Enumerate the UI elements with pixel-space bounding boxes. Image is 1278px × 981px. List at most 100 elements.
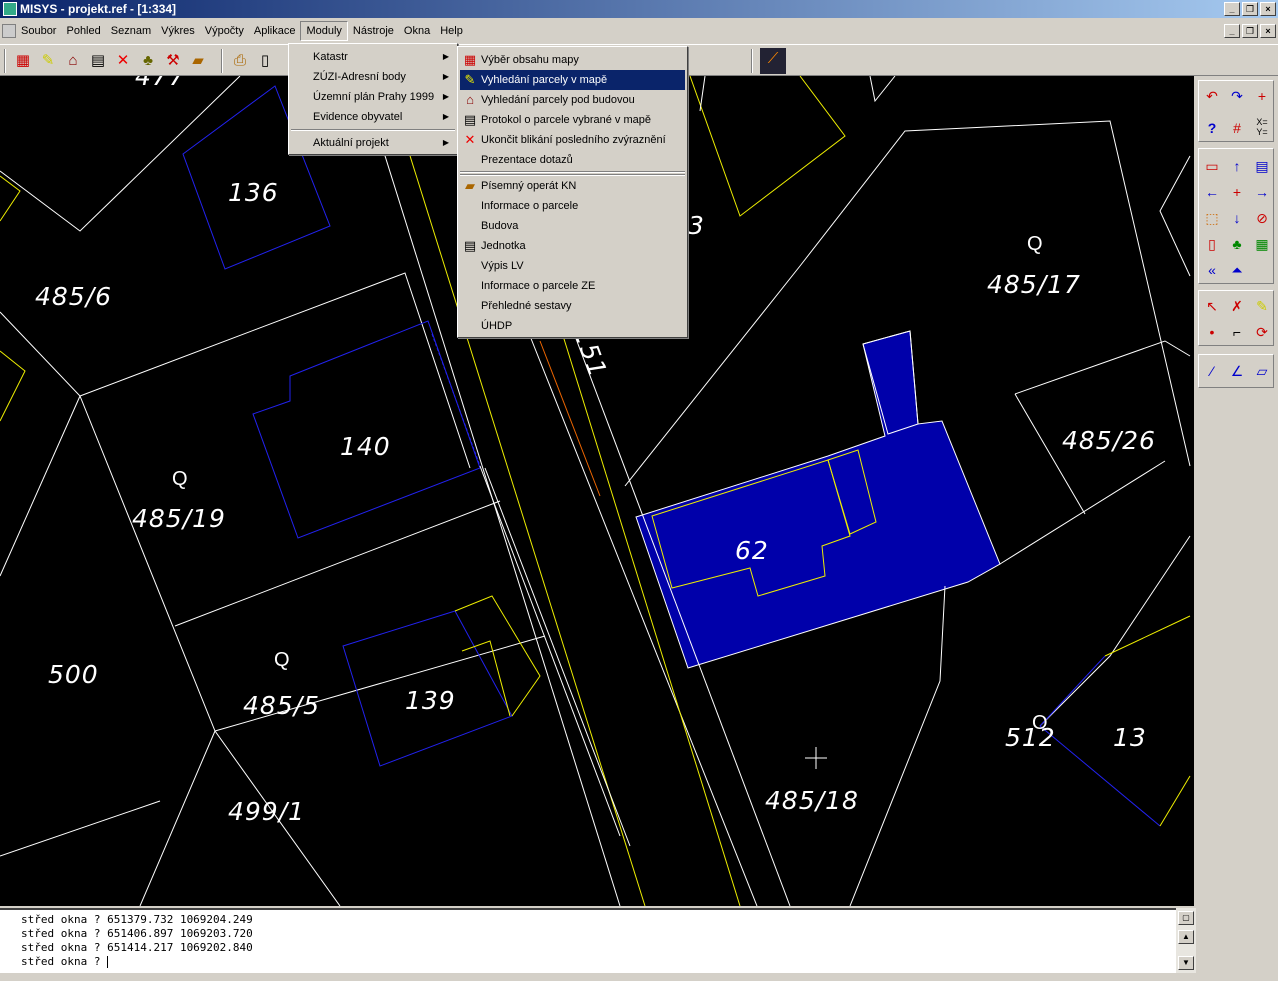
menu-moduly[interactable]: Moduly [300, 21, 348, 41]
menu-soubor[interactable]: Soubor [16, 22, 61, 40]
parcel-label: 499/1 [228, 797, 306, 826]
center-icon[interactable]: + [1226, 181, 1248, 203]
undo-icon[interactable]: ↶ [1201, 85, 1223, 107]
open-folder-icon[interactable]: ▰ [187, 50, 209, 72]
grid-icon[interactable]: ▦ [12, 50, 34, 72]
menu-vykres[interactable]: Výkres [156, 22, 200, 40]
restore-button[interactable]: ❐ [1242, 2, 1258, 16]
map-preview-icon[interactable]: ⟋ [760, 48, 786, 74]
point-list-icon[interactable]: • [1201, 321, 1223, 343]
menu-seznam[interactable]: Seznam [106, 22, 156, 40]
window-title: MISYS - projekt.ref - [1:334] [20, 2, 177, 16]
menu-item-zuzi[interactable]: ZÚZI-Adresní body ▶ [291, 67, 455, 87]
menu-item-ukoncit-blikani[interactable]: ✕ Ukončit blikání posledního zvýraznění [460, 130, 685, 150]
menu-item-prezentace[interactable]: Prezentace dotazů [460, 150, 685, 170]
crosshair-icon[interactable]: + [1251, 85, 1273, 107]
menu-help[interactable]: Help [435, 22, 468, 40]
highlight-icon[interactable]: ✎ [37, 50, 59, 72]
tool-palette: ↶ ↷ + ? # X= Y= ▭ ↑ ▤ ← + → ⬚ ↓ ⊘ ▯ ♣ ▦ «… [1196, 76, 1278, 906]
mdi-restore-button[interactable]: ❐ [1242, 24, 1258, 38]
building-icon[interactable]: ⌂ [62, 50, 84, 72]
minimize-button[interactable]: _ [1224, 2, 1240, 16]
red-x-icon[interactable]: ✕ [112, 50, 134, 72]
scroll-down-icon[interactable]: ▼ [1178, 956, 1194, 970]
menu-aplikace[interactable]: Aplikace [249, 22, 301, 40]
command-input-line[interactable]: střed okna ? [21, 955, 109, 968]
parcel-label: 477 [135, 76, 186, 91]
menu-item-aktualni-projekt[interactable]: Aktuální projekt ▶ [291, 133, 455, 153]
maximize-pane-icon[interactable]: ▢ [1178, 911, 1194, 925]
print-icon[interactable]: ⎙ [229, 50, 251, 72]
help-icon[interactable]: ? [1201, 117, 1223, 139]
tree-symbol-icon: Q [274, 649, 290, 671]
menu-item-vyber-obsahu[interactable]: ▦ Výběr obsahu mapy [460, 50, 685, 70]
command-history-line: střed okna ? 651406.897 1069203.720 [21, 927, 253, 940]
menu-item-katastr[interactable]: Katastr ▶ [291, 47, 455, 67]
pan-down-icon[interactable]: ↓ [1226, 207, 1248, 229]
line-tool-icon[interactable]: ⌐ [1226, 321, 1248, 343]
menu-item-budova[interactable]: Budova [460, 216, 685, 236]
menu-item-vypis-lv[interactable]: Výpis LV [460, 256, 685, 276]
parcel-label: 13 [1113, 723, 1147, 752]
menu-item-jednotka[interactable]: ▤ Jednotka [460, 236, 685, 256]
menu-item-prehledne-sestavy[interactable]: Přehledné sestavy [460, 296, 685, 316]
scroll-up-icon[interactable]: ▲ [1178, 930, 1194, 944]
page-view-icon[interactable]: ▯ [1201, 233, 1223, 255]
parcel-label: 512 [1005, 723, 1056, 752]
menu-item-protokol[interactable]: ▤ Protokol o parcele vybrané v mapě [460, 110, 685, 130]
coordinates-icon[interactable]: X= Y= [1251, 117, 1273, 139]
command-scrollbar[interactable]: ▢ ▲ ▼ [1176, 908, 1196, 973]
highlighted-parcel-62 [635, 330, 1001, 669]
parcel-label: 485/5 [243, 691, 321, 720]
menu-item-informace-ze[interactable]: Informace o parcele ZE [460, 276, 685, 296]
zoom-extent-icon[interactable]: ⬚ [1201, 207, 1223, 229]
building-icon: ⌂ [466, 92, 474, 107]
deselect-icon[interactable]: ✗ [1226, 295, 1248, 317]
menu-item-vyhledani-parcely[interactable]: ✎ Vyhledání parcely v mapě [460, 70, 685, 90]
highlight-pen-icon[interactable]: ✎ [1251, 295, 1273, 317]
command-history-line: střed okna ? 651414.217 1069202.840 [21, 941, 253, 954]
tree-icon[interactable]: ♣ [137, 50, 159, 72]
menu-item-evidence[interactable]: Evidence obyvatel ▶ [291, 107, 455, 127]
measure-line-icon[interactable]: ⁄ [1201, 360, 1223, 382]
menu-item-parcela-pod-budovou[interactable]: ⌂ Vyhledání parcely pod budovou [460, 90, 685, 110]
pan-right-icon[interactable]: → [1251, 181, 1273, 203]
menu-okna[interactable]: Okna [399, 22, 435, 40]
pan-top-icon[interactable]: ⏶ [1226, 259, 1248, 281]
menu-nastroje[interactable]: Nástroje [348, 22, 399, 40]
mdi-minimize-button[interactable]: _ [1224, 24, 1240, 38]
protocol-icon[interactable]: ▤ [87, 50, 109, 72]
document-icon[interactable] [2, 24, 16, 38]
pan-left-icon[interactable]: ← [1201, 181, 1223, 203]
menu-item-uzemni-plan[interactable]: Územní plán Prahy 1999 ▶ [291, 87, 455, 107]
measure-angle-icon[interactable]: ∠ [1226, 360, 1248, 382]
redo-icon[interactable]: ↷ [1226, 85, 1248, 107]
menu-vypocty[interactable]: Výpočty [200, 22, 249, 40]
select-point-icon[interactable]: ↖ [1201, 295, 1223, 317]
zoom-window-icon[interactable]: ▭ [1201, 155, 1223, 177]
parcel-label: 485/26 [1062, 426, 1156, 455]
menu-pohled[interactable]: Pohled [61, 22, 105, 40]
parcel-label: 139 [405, 686, 456, 715]
menu-item-uhdp[interactable]: ÚHDP [460, 316, 685, 336]
page-icon[interactable]: ▯ [254, 50, 276, 72]
moduly-menu: Katastr ▶ ZÚZI-Adresní body ▶ Územní plán … [288, 43, 458, 155]
scale-icon[interactable]: ▤ [1251, 155, 1273, 177]
red-x-icon: ✕ [464, 132, 476, 147]
pan-up-icon[interactable]: ↑ [1226, 155, 1248, 177]
mdi-close-button[interactable]: × [1260, 24, 1276, 38]
lasso-icon[interactable]: ⟳ [1251, 321, 1273, 343]
zoom-icon[interactable]: ⊘ [1251, 207, 1273, 229]
menu-item-informace-o-parcele[interactable]: Informace o parcele [460, 196, 685, 216]
parcel-label: 485/6 [35, 282, 113, 311]
layers-icon[interactable]: ▦ [1251, 233, 1273, 255]
tools-icon[interactable]: ⚒ [162, 50, 184, 72]
snap-grid-icon[interactable]: # [1226, 117, 1248, 139]
measure-area-icon[interactable]: ▱ [1251, 360, 1273, 382]
rewind-icon[interactable]: « [1201, 259, 1223, 281]
search-parcel-icon: ✎ [464, 72, 476, 87]
command-window[interactable]: střed okna ? 651379.732 1069204.249 stře… [0, 908, 1196, 973]
tree-view-icon[interactable]: ♣ [1226, 233, 1248, 255]
menu-item-pisemny-operat[interactable]: ▰ Písemný operát KN [460, 176, 685, 196]
close-button[interactable]: × [1260, 2, 1276, 16]
